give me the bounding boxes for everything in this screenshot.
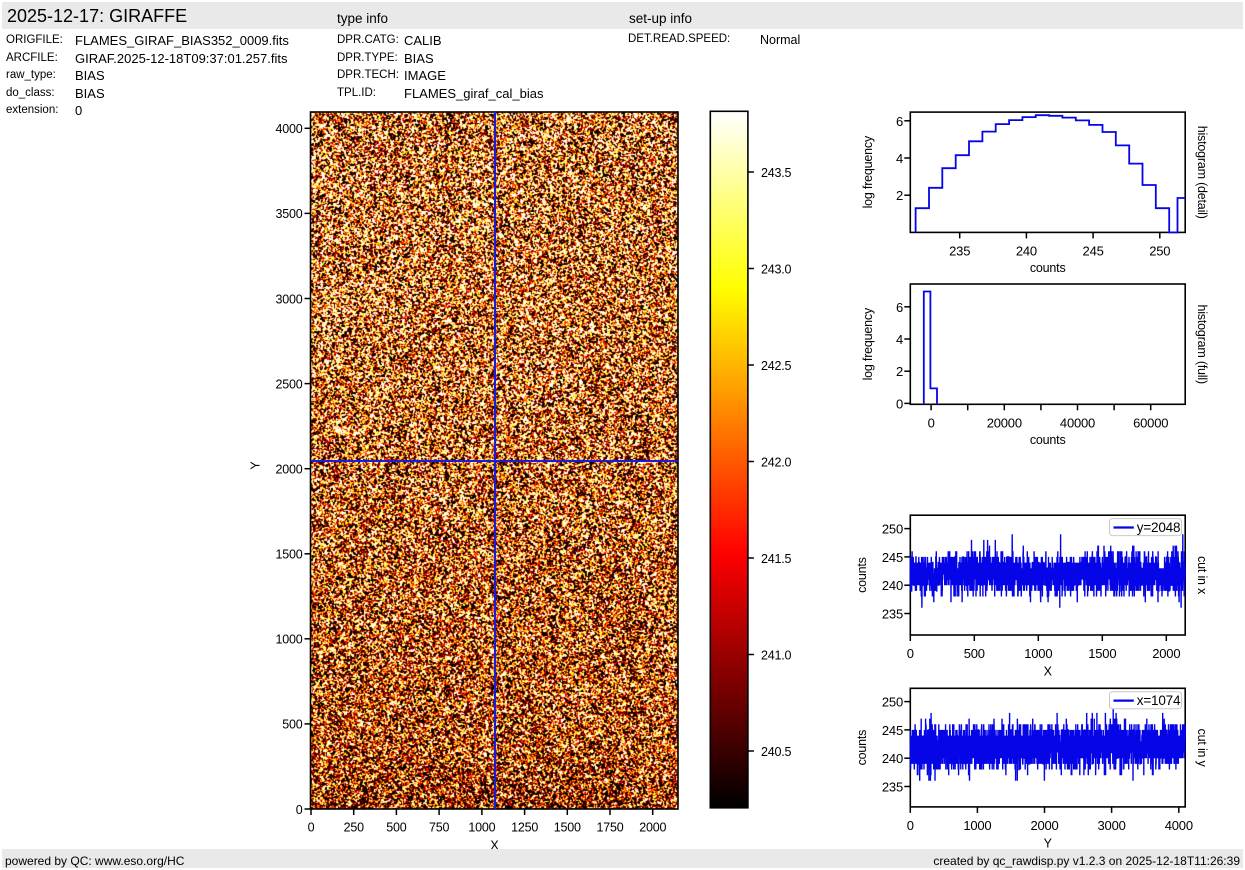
- svg-text:241.5: 241.5: [761, 552, 792, 566]
- svg-text:2500: 2500: [275, 377, 302, 391]
- svg-text:500: 500: [282, 718, 303, 732]
- svg-text:40000: 40000: [1060, 416, 1095, 431]
- svg-text:235: 235: [882, 780, 903, 795]
- svg-text:counts: counts: [855, 730, 869, 766]
- svg-text:6: 6: [896, 114, 903, 129]
- svg-text:240: 240: [882, 578, 903, 593]
- svg-text:3000: 3000: [1098, 818, 1126, 833]
- svg-text:2000: 2000: [1030, 818, 1058, 833]
- svg-text:500: 500: [964, 646, 985, 661]
- svg-text:log frequency: log frequency: [861, 135, 875, 208]
- svg-text:242.0: 242.0: [761, 456, 792, 470]
- svg-text:x=1074: x=1074: [1137, 693, 1181, 708]
- svg-text:2: 2: [896, 364, 903, 379]
- svg-text:4: 4: [896, 151, 903, 166]
- svg-text:235: 235: [949, 244, 970, 259]
- svg-text:243.5: 243.5: [761, 166, 792, 180]
- svg-text:histogram (full): histogram (full): [1195, 304, 1209, 383]
- svg-text:250: 250: [1149, 244, 1170, 259]
- svg-text:log frequency: log frequency: [861, 307, 875, 380]
- svg-text:histogram (detail): histogram (detail): [1195, 126, 1209, 219]
- svg-text:Y: Y: [249, 461, 263, 470]
- svg-text:0: 0: [928, 416, 935, 431]
- svg-text:2: 2: [896, 188, 903, 203]
- svg-text:1000: 1000: [1024, 646, 1052, 661]
- svg-text:250: 250: [882, 695, 903, 710]
- svg-text:250: 250: [344, 821, 365, 835]
- svg-text:60000: 60000: [1133, 416, 1168, 431]
- svg-text:241.0: 241.0: [761, 649, 792, 663]
- svg-text:1000: 1000: [963, 818, 991, 833]
- svg-text:1250: 1250: [511, 821, 538, 835]
- svg-text:cut in x: cut in x: [1195, 556, 1209, 595]
- svg-text:240.5: 240.5: [761, 745, 792, 759]
- svg-text:4: 4: [896, 332, 903, 347]
- svg-text:500: 500: [386, 821, 407, 835]
- svg-text:3500: 3500: [275, 207, 302, 221]
- svg-text:counts: counts: [1030, 261, 1066, 275]
- svg-text:0: 0: [308, 821, 315, 835]
- svg-text:counts: counts: [855, 557, 869, 593]
- svg-text:X: X: [1044, 665, 1053, 679]
- svg-text:0: 0: [907, 646, 914, 661]
- svg-text:245: 245: [882, 723, 903, 738]
- svg-text:6: 6: [896, 300, 903, 315]
- svg-text:240: 240: [882, 751, 903, 766]
- svg-text:0: 0: [896, 396, 903, 411]
- svg-text:4000: 4000: [275, 122, 302, 136]
- svg-text:counts: counts: [1030, 433, 1066, 447]
- svg-text:245: 245: [1083, 244, 1104, 259]
- svg-text:250: 250: [882, 522, 903, 537]
- svg-text:cut in y: cut in y: [1195, 729, 1209, 768]
- svg-text:2000: 2000: [639, 821, 666, 835]
- svg-text:1500: 1500: [275, 548, 302, 562]
- svg-text:1000: 1000: [468, 821, 495, 835]
- svg-text:1500: 1500: [1088, 646, 1116, 661]
- svg-text:750: 750: [429, 821, 450, 835]
- svg-text:245: 245: [882, 550, 903, 565]
- svg-text:1750: 1750: [596, 821, 623, 835]
- svg-text:2000: 2000: [1152, 646, 1180, 661]
- svg-text:1000: 1000: [275, 633, 302, 647]
- svg-text:0: 0: [296, 803, 303, 817]
- svg-text:2000: 2000: [275, 463, 302, 477]
- svg-text:235: 235: [882, 607, 903, 622]
- svg-text:20000: 20000: [987, 416, 1022, 431]
- svg-text:1500: 1500: [554, 821, 581, 835]
- svg-text:0: 0: [907, 818, 914, 833]
- svg-text:240: 240: [1016, 244, 1037, 259]
- svg-text:3000: 3000: [275, 292, 302, 306]
- svg-text:243.0: 243.0: [761, 263, 792, 277]
- svg-text:y=2048: y=2048: [1137, 520, 1180, 535]
- svg-text:242.5: 242.5: [761, 359, 792, 373]
- svg-text:4000: 4000: [1165, 818, 1193, 833]
